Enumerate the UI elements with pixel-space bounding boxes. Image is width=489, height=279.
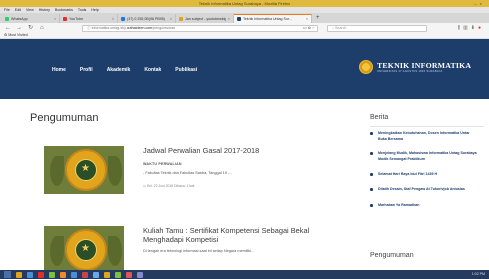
nav-home[interactable]: Home — [52, 67, 66, 73]
home-icon[interactable]: ⌂ — [40, 24, 44, 32]
close-tab-icon[interactable]: × — [228, 17, 230, 21]
taskbar-app-icon[interactable] — [104, 271, 110, 278]
window-title: Teknik Informatika Untag Surabaya - Mozi… — [198, 1, 291, 6]
brand-title: TEKNIK INFORMATIKA — [377, 61, 472, 70]
extension-icon[interactable]: ● — [478, 25, 484, 31]
bullet-icon — [370, 152, 373, 155]
bullet-icon — [370, 204, 373, 207]
tab-label: (37) 0 255 0B(96 PB95) — [127, 16, 165, 21]
star-icon: ★ — [81, 163, 90, 174]
tab-teknik-informatika[interactable]: Teknik Informatika Untag Sur... × — [234, 14, 312, 23]
post-date-views: Sel. 22 Juni 2018 Dibaca: 1 kali — [146, 184, 195, 188]
close-tab-icon[interactable]: × — [112, 17, 114, 21]
taskbar-app-icon[interactable] — [115, 271, 121, 278]
post-thumbnail[interactable]: ★ — [44, 226, 124, 274]
site-header: Home Profil Akademik Kontak Publikasi TE… — [0, 39, 489, 99]
post-title[interactable]: Jadwal Perwalian Gasal 2017-2018 — [143, 146, 338, 155]
news-item-label: Meningkatkan Kebutuhanan, Dosen Informat… — [378, 131, 470, 141]
url-prefix: informatika.untag-sby. — [91, 25, 127, 30]
navigation-bar: ← → ↻ ⌂ ⓘ informatika.untag-sby.outhaide… — [0, 23, 489, 33]
page-icon — [179, 16, 183, 21]
taskbar-app-icon[interactable] — [60, 271, 66, 278]
nav-publikasi[interactable]: Publikasi — [175, 67, 197, 73]
whatsapp-icon — [5, 16, 9, 21]
download-icon[interactable]: ⬇ — [471, 25, 478, 31]
close-tab-icon[interactable]: × — [54, 17, 56, 21]
back-icon[interactable]: ← — [5, 24, 11, 32]
news-item-label: Dilatih Desain, Staf Pengaw At Tukorivjo… — [378, 187, 465, 191]
site-brand[interactable]: TEKNIK INFORMATIKA UNIVERSITAS 17 AGUSTU… — [359, 60, 471, 74]
facebook-icon — [121, 16, 125, 21]
tab-label: Jan subject - youtubewidget — [185, 16, 227, 21]
forward-icon[interactable]: → — [16, 24, 22, 32]
site-nav: Home Profil Akademik Kontak Publikasi — [52, 67, 197, 73]
sidebar-icon[interactable]: ▥ — [463, 25, 471, 31]
reload-icon[interactable]: ↻ — [28, 24, 33, 32]
news-item-label: Menjelang Mudik, Mahasiswa Informatika U… — [378, 151, 477, 161]
bullet-icon — [370, 188, 373, 191]
star-icon: ★ — [81, 243, 90, 254]
bullet-icon — [370, 173, 373, 176]
taskbar-app-icon[interactable] — [137, 271, 143, 278]
university-logo-icon — [359, 60, 373, 74]
nav-kontak[interactable]: Kontak — [144, 67, 161, 73]
new-tab-icon[interactable]: + — [312, 14, 320, 23]
tab-label: YouTube — [69, 16, 84, 21]
tab-youtube-widget[interactable]: Jan subject - youtubewidget × — [176, 14, 234, 23]
post-excerpt: Di tengah era teknologi informasi saat i… — [143, 249, 255, 253]
post-meta: WAKTU PERWALIAN — [143, 162, 182, 166]
nav-profil[interactable]: Profil — [80, 67, 93, 73]
search-placeholder: Search — [335, 25, 347, 30]
sidebar-title-berita: Berita — [370, 114, 389, 121]
taskbar-clock: 1:02 PM — [471, 272, 485, 276]
post-thumbnail[interactable]: ★ — [44, 146, 124, 194]
taskbar-app-icon[interactable] — [71, 271, 77, 278]
nav-akademik[interactable]: Akademik — [107, 67, 131, 73]
url-bar[interactable]: ⓘ informatika.untag-sby.outhaideen.com/p… — [82, 24, 318, 32]
os-taskbar: 1:02 PM — [0, 270, 489, 279]
taskbar-app-icon[interactable] — [93, 271, 99, 278]
bullet-icon — [370, 132, 373, 135]
tab-label: Teknik Informatika Untag Sur... — [243, 17, 292, 21]
taskbar-app-icon[interactable] — [49, 271, 55, 278]
url-domain: outhaideen.com — [126, 25, 153, 30]
post-excerpt: - Fakultas Teknik dan Fakultas Sastra, T… — [143, 171, 233, 175]
tab-label: WhatsApp — [11, 16, 28, 21]
taskbar-app-icon[interactable] — [38, 271, 44, 278]
start-menu-icon[interactable] — [4, 271, 11, 278]
tab-whatsapp[interactable]: WhatsApp × — [2, 14, 60, 23]
url-path: /pengumuman — [152, 25, 176, 30]
taskbar-app-icon[interactable] — [126, 271, 132, 278]
brand-subtitle: UNIVERSITAS 17 AGUSTUS 1945 SURABAYA — [377, 70, 443, 73]
post-title[interactable]: Kuliah Tamu : Sertifikat Kompetensi Seba… — [143, 226, 338, 244]
taskbar-app-icon[interactable] — [16, 271, 22, 278]
youtube-icon — [63, 16, 67, 21]
divider — [370, 126, 484, 127]
close-tab-icon[interactable]: × — [306, 17, 308, 21]
taskbar-app-icon[interactable] — [82, 271, 88, 278]
tab-bar: WhatsApp × YouTube × (37) 0 255 0B(96 PB… — [0, 13, 489, 23]
news-item-label: Marhaban Ya Ramadhan — [378, 203, 420, 207]
post-info: ◷ Sel. 22 Juni 2018 Dibaca: 1 kali — [143, 184, 194, 188]
post-item: ★ Jadwal Perwalian Gasal 2017-2018 WAKTU… — [44, 146, 334, 196]
news-item-label: Selamat Hari Raya Idul Fitri 1439 H — [378, 172, 438, 176]
tab-youtube[interactable]: YouTube × — [60, 14, 118, 23]
sidebar-title-pengumuman: Pengumuman — [370, 252, 414, 259]
post-item: ★ Kuliah Tamu : Sertifikat Kompetensi Se… — [44, 226, 334, 274]
bookmark-most-visited[interactable]: Most Visited — [8, 33, 28, 37]
window-titlebar: Teknik Informatika Untag Surabaya - Mozi… — [0, 0, 489, 7]
tab-facebook[interactable]: (37) 0 255 0B(96 PB95) × — [118, 14, 176, 23]
page-actions[interactable]: ••• ✿ ☆ — [303, 26, 315, 31]
close-tab-icon[interactable]: × — [170, 17, 172, 21]
search-input[interactable]: ⌕ Search — [327, 24, 427, 32]
window-controls[interactable]: –× — [474, 1, 485, 6]
close-icon[interactable]: × — [480, 1, 485, 6]
site-icon — [237, 17, 241, 21]
page-title: Pengumuman — [30, 112, 99, 124]
toolbar-icons: ⫼▥⬇● — [458, 24, 484, 32]
taskbar-app-icon[interactable] — [27, 271, 33, 278]
